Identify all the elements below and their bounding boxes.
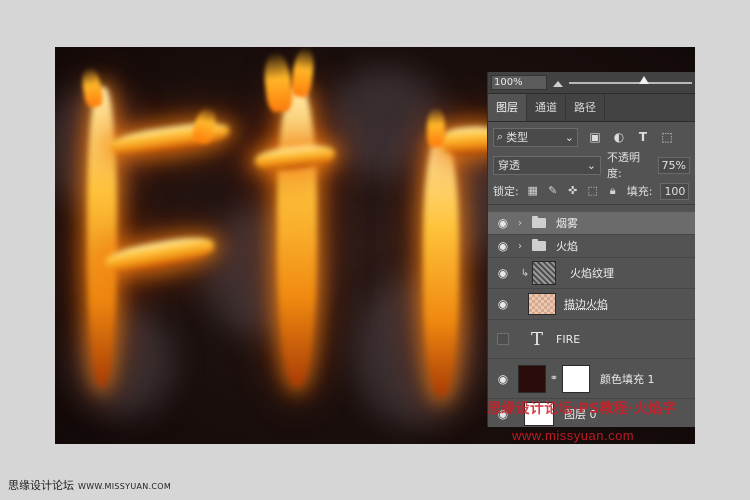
filter-row: ⌕ 类型 ⌄ ▣ ◐ T ⬚ bbox=[488, 122, 695, 152]
layers-panel: 100% 图层 通道 路径 ⌕ 类型 ⌄ ▣ ◐ T ⬚ 穿透 ⌄ 不透明度: … bbox=[487, 72, 695, 427]
mask-thumbnail bbox=[562, 364, 590, 393]
layer-row-color-fill[interactable]: ◉ ⚭ 颜色填充 1 bbox=[488, 359, 695, 399]
zoom-field[interactable]: 100% bbox=[491, 75, 547, 90]
chevron-right-icon[interactable]: › bbox=[518, 218, 528, 229]
layer-row-stroke-flame[interactable]: ◉ 描边火焰 bbox=[488, 289, 695, 320]
image-filter-icon[interactable]: ▣ bbox=[588, 130, 602, 144]
panel-tabs: 图层 通道 路径 bbox=[488, 94, 695, 122]
blend-mode-value: 穿透 bbox=[498, 159, 520, 172]
blend-row: 穿透 ⌄ 不透明度: 75% bbox=[488, 151, 695, 180]
lock-transparent-icon[interactable]: ▦ bbox=[527, 185, 539, 197]
mountain-small-icon bbox=[553, 79, 563, 87]
layer-name: 火焰 bbox=[556, 240, 578, 253]
flame-letter-f-mid-bar bbox=[103, 232, 217, 278]
zoom-slider-thumb[interactable] bbox=[639, 75, 649, 84]
watermark-url: www.missyuan.com bbox=[512, 428, 635, 443]
search-icon: ⌕ bbox=[497, 130, 504, 143]
kind-filter-label: 类型 bbox=[506, 131, 529, 144]
flame-tongue bbox=[427, 107, 445, 147]
layer-thumbnail bbox=[532, 261, 556, 285]
layer-row-flame-texture[interactable]: ◉ ↳ 火焰纹理 bbox=[488, 258, 695, 289]
fill-label: 填充: bbox=[626, 185, 653, 198]
link-icon[interactable]: ⚭ bbox=[549, 373, 559, 384]
flame-tongue bbox=[289, 47, 317, 99]
zoom-slider[interactable] bbox=[569, 75, 692, 84]
layer-row-smoke[interactable]: ◉ › 烟雾 bbox=[488, 212, 695, 235]
eye-icon[interactable]: ◉ bbox=[488, 266, 518, 280]
flame-letter-r-stem bbox=[423, 137, 459, 397]
lock-all-icon[interactable]: 🔒︎ bbox=[607, 185, 619, 197]
lock-move-icon[interactable]: ✜ bbox=[567, 185, 579, 197]
text-filter-icon[interactable]: T bbox=[636, 130, 650, 144]
text-layer-icon: T bbox=[530, 328, 543, 350]
flame-letter-i-flare bbox=[254, 142, 336, 174]
eye-icon[interactable]: ◉ bbox=[488, 216, 518, 230]
eye-icon[interactable]: ◉ bbox=[488, 239, 518, 253]
opacity-label: 不透明度: bbox=[607, 151, 640, 180]
layer-name: FIRE bbox=[556, 332, 581, 346]
watermark-text: 思缘设计论坛·PS教程·火焰字 bbox=[487, 401, 677, 417]
shape-filter-icon[interactable]: ⬚ bbox=[660, 130, 674, 144]
footer-site-name: 思缘设计论坛 bbox=[8, 479, 74, 492]
layer-name: 描边火焰 bbox=[564, 298, 608, 311]
lock-brush-icon[interactable]: ✎ bbox=[547, 185, 559, 197]
folder-icon bbox=[532, 239, 546, 251]
tab-paths[interactable]: 路径 bbox=[566, 94, 605, 121]
chevron-down-icon: ⌄ bbox=[564, 130, 574, 144]
layer-row-fire-text[interactable]: T FIRE bbox=[488, 320, 695, 359]
blend-mode-select[interactable]: 穿透 ⌄ bbox=[493, 155, 601, 175]
flame-tongue bbox=[261, 50, 295, 114]
visibility-toggle-empty[interactable] bbox=[497, 333, 509, 345]
layer-name: 火焰纹理 bbox=[570, 267, 614, 280]
footer-url[interactable]: WWW.MISSYUAN.COM bbox=[78, 482, 171, 491]
lock-label: 锁定: bbox=[493, 185, 519, 198]
tab-layers[interactable]: 图层 bbox=[488, 94, 527, 121]
flame-letter-f-stem bbox=[87, 87, 117, 387]
flame-letter-i bbox=[277, 87, 317, 387]
kind-filter-select[interactable]: ⌕ 类型 ⌄ bbox=[493, 127, 578, 147]
layer-name: 颜色填充 1 bbox=[600, 372, 655, 386]
layer-thumbnail bbox=[528, 293, 556, 315]
adjustment-filter-icon[interactable]: ◐ bbox=[612, 130, 626, 144]
fill-field[interactable]: 100 bbox=[660, 182, 690, 200]
chevron-down-icon: ⌄ bbox=[586, 158, 596, 172]
eye-icon[interactable]: ◉ bbox=[488, 372, 518, 386]
layer-row-flames[interactable]: ◉ › 火焰 bbox=[488, 235, 695, 258]
folder-icon bbox=[532, 216, 546, 228]
footer-credit: 思缘设计论坛 WWW.MISSYUAN.COM bbox=[8, 477, 171, 493]
eye-icon[interactable]: ◉ bbox=[488, 297, 518, 311]
clipping-arrow-icon: ↳ bbox=[520, 267, 530, 279]
tab-channels[interactable]: 通道 bbox=[527, 94, 566, 121]
opacity-field[interactable]: 75% bbox=[657, 156, 690, 174]
layer-name: 烟雾 bbox=[556, 217, 578, 230]
lock-artboard-icon[interactable]: ⬚ bbox=[587, 185, 599, 197]
fill-color-thumbnail bbox=[518, 364, 546, 393]
zoom-bar: 100% bbox=[488, 72, 695, 94]
lock-row: 锁定: ▦ ✎ ✜ ⬚ 🔒︎ 填充: 100 bbox=[488, 178, 695, 205]
chevron-right-icon[interactable]: › bbox=[518, 241, 528, 252]
